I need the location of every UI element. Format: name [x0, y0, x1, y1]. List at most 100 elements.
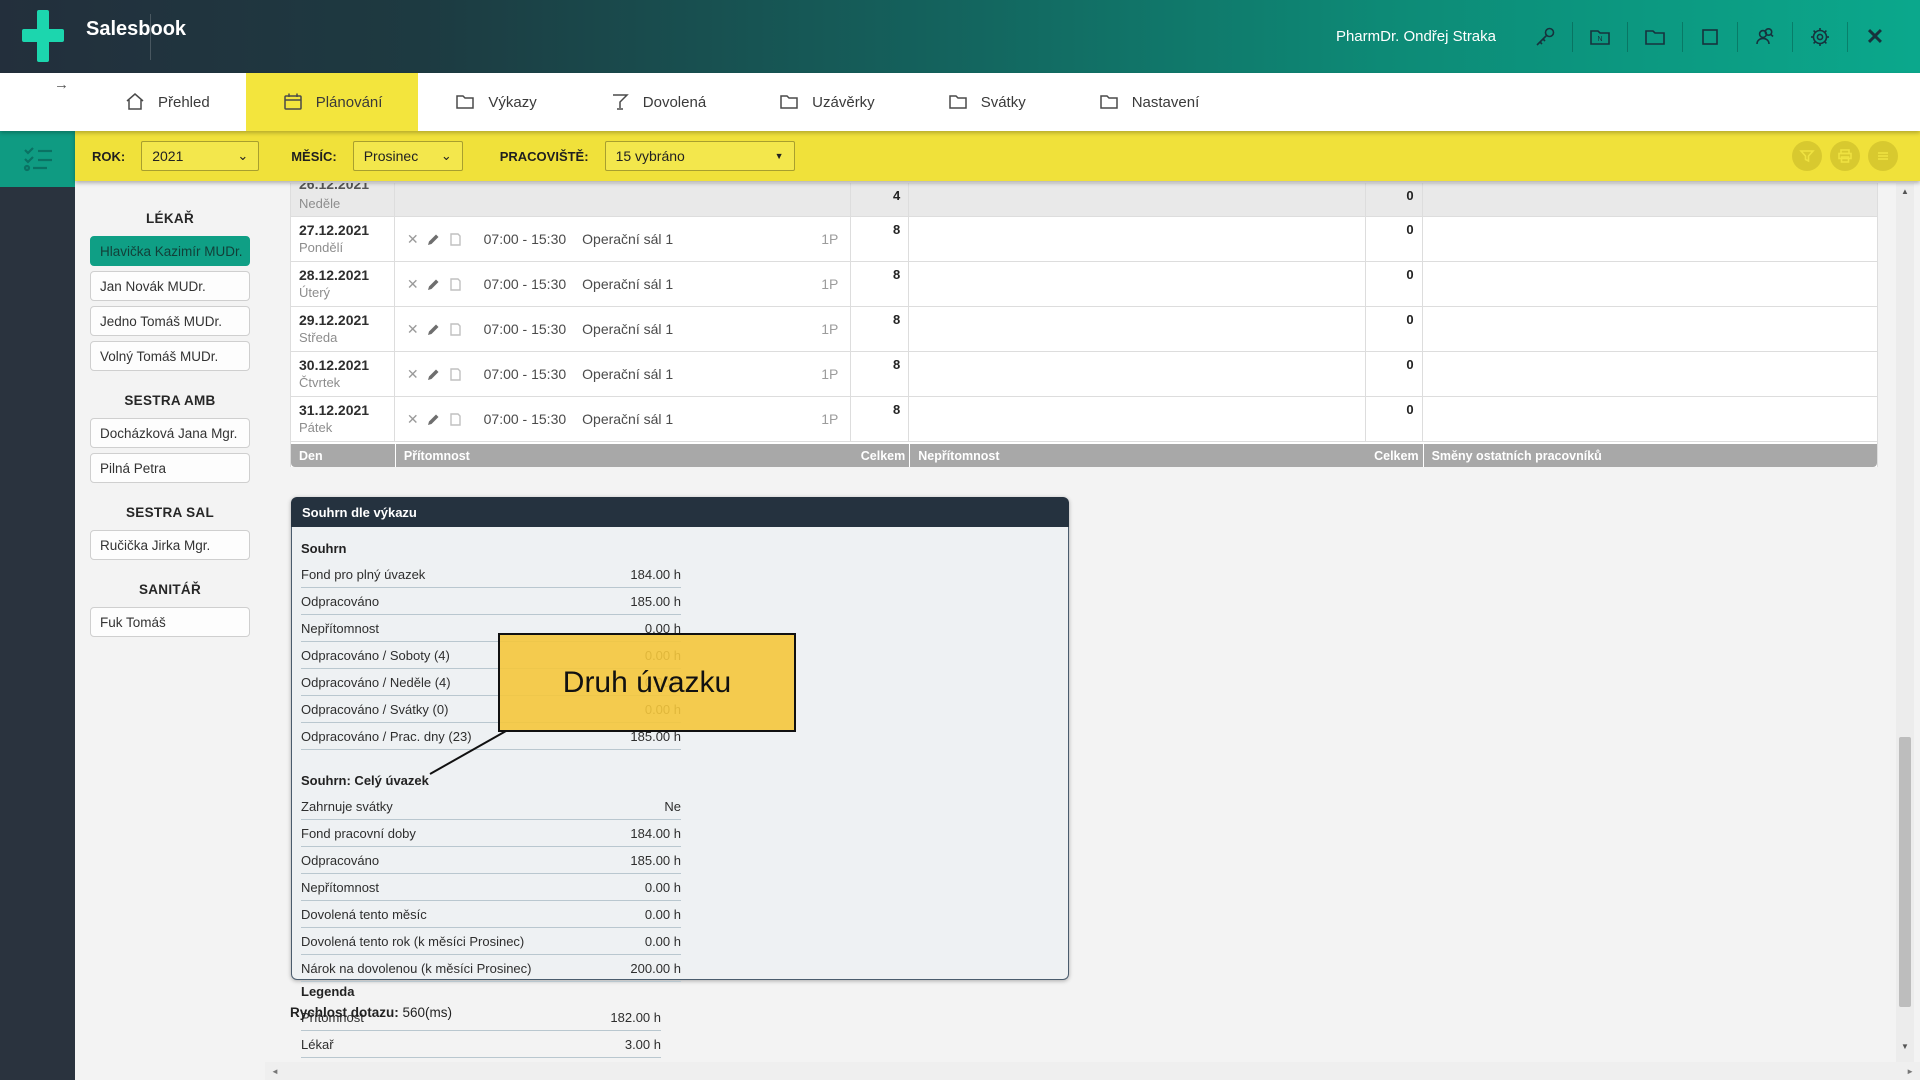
key-icon[interactable] — [1532, 24, 1558, 50]
sidebar-item-employee[interactable]: Docházková Jana Mgr. — [90, 418, 250, 448]
edit-shift-icon[interactable] — [426, 232, 441, 247]
sidebar-item-employee[interactable]: Pilná Petra — [90, 453, 250, 483]
summary-row: Lékař3.00 h — [301, 1031, 661, 1058]
table-footer-header: Den Přítomnost Celkem Nepřítomnost Celke… — [291, 444, 1877, 467]
summary-panel: Souhrn dle výkazu Souhrn Fond pro plný ú… — [291, 497, 1069, 980]
app-logo-plus-icon — [18, 10, 66, 62]
pracoviste-select[interactable]: 15 vybráno ▼ — [605, 141, 795, 171]
delete-shift-icon[interactable]: ✕ — [407, 321, 419, 338]
note-shift-icon[interactable] — [448, 232, 463, 247]
tab-vykazy[interactable]: Výkazy — [418, 73, 572, 131]
tab-dovolena[interactable]: Dovolená — [573, 73, 742, 131]
vertical-scroll-thumb[interactable] — [1899, 737, 1911, 1007]
note-shift-icon[interactable] — [448, 322, 463, 337]
folder-icon[interactable] — [1642, 24, 1668, 50]
home-icon — [124, 91, 146, 113]
divider — [1627, 22, 1628, 52]
col-smeny: Směny ostatních pracovníků — [1423, 444, 1877, 467]
tab-uzaverky[interactable]: Uzávěrky — [742, 73, 911, 131]
calendar-icon — [282, 91, 304, 113]
row-day: Čtvrtek — [299, 374, 386, 391]
divider — [1737, 22, 1738, 52]
edit-shift-icon[interactable] — [426, 367, 441, 382]
scroll-down-icon[interactable]: ▼ — [1896, 1038, 1914, 1054]
shift-type-badge: 1P — [821, 321, 838, 337]
summary-row: Odpracováno185.00 h — [301, 588, 681, 615]
sidebar-item-employee[interactable]: Ručička Jirka Mgr. — [90, 530, 250, 560]
table-row-partial: 26.12.2021 Neděle 4 0 — [291, 183, 1877, 217]
divider — [1792, 22, 1793, 52]
tooltip-druh-uvazku: Druh úvazku — [498, 633, 796, 732]
delete-shift-icon[interactable]: ✕ — [407, 276, 419, 293]
close-icon[interactable]: ✕ — [1862, 24, 1888, 50]
pracoviste-label: PRACOVIŠTĚ: — [500, 149, 589, 164]
delete-shift-icon[interactable]: ✕ — [407, 231, 419, 248]
sidebar-item-employee[interactable]: Jedno Tomáš MUDr. — [90, 306, 250, 336]
chevron-down-icon: ⌄ — [237, 148, 248, 164]
section-legenda: Legenda — [301, 982, 661, 1004]
filter-funnel-button[interactable] — [1792, 141, 1822, 171]
back-arrow-icon[interactable]: → — [54, 76, 69, 93]
sidebar-item-employee[interactable]: Volný Tomáš MUDr. — [90, 341, 250, 371]
table-row: 27.12.2021 Pondělí ✕ 07:00 - 15:30 Opera… — [291, 217, 1877, 262]
divider — [1682, 22, 1683, 52]
vertical-scrollbar[interactable]: ▲ ▼ — [1896, 183, 1914, 1062]
note-shift-icon[interactable] — [448, 277, 463, 292]
section-souhrn: Souhrn — [301, 539, 681, 561]
tab-prehled[interactable]: Přehled — [88, 73, 246, 131]
edit-shift-icon[interactable] — [426, 322, 441, 337]
menu-button[interactable] — [1868, 141, 1898, 171]
rok-label: ROK: — [92, 149, 125, 164]
filter-bar: ROK: 2021 ⌄ MĚSÍC: Prosinec ⌄ PRACOVIŠTĚ… — [75, 131, 1920, 181]
svg-text:N: N — [1597, 36, 1602, 43]
sidebar-toggle-button[interactable] — [0, 131, 75, 187]
hamburger-icon — [1875, 148, 1891, 164]
delete-shift-icon[interactable]: ✕ — [407, 366, 419, 383]
print-button[interactable] — [1830, 141, 1860, 171]
row-day: Středa — [299, 329, 386, 346]
summary-row: Nárok na dovolenou (k měsíci Prosinec)20… — [301, 955, 681, 982]
sidebar-item-employee[interactable]: Jan Novák MUDr. — [90, 271, 250, 301]
edit-shift-icon[interactable] — [426, 412, 441, 427]
section-header-sestra-sal: SESTRA SAL — [75, 505, 265, 520]
title-bar-actions: PharmDr. Ondřej Straka N — [1336, 0, 1902, 73]
scroll-up-icon[interactable]: ▲ — [1896, 183, 1914, 199]
row-day: Neděle — [299, 195, 386, 212]
note-shift-icon[interactable] — [448, 367, 463, 382]
delete-shift-icon[interactable]: ✕ — [407, 411, 419, 428]
celkem2-value: 0 — [1406, 222, 1413, 237]
divider — [1572, 22, 1573, 52]
folder-n-icon[interactable]: N — [1587, 24, 1613, 50]
chevron-down-icon: ⌄ — [441, 148, 452, 164]
table-row: 31.12.2021 Pátek ✕ 07:00 - 15:30 Operačn… — [291, 397, 1877, 442]
celkem2-value: 0 — [1406, 357, 1413, 372]
scroll-right-icon[interactable]: ► — [1900, 1067, 1920, 1076]
sidebar-item-employee[interactable]: Fuk Tomáš — [90, 607, 250, 637]
rok-select[interactable]: 2021 ⌄ — [141, 141, 259, 171]
summary-row: Dovolená tento měsíc0.00 h — [301, 901, 681, 928]
row-date: 30.12.2021 — [299, 357, 386, 374]
horizontal-scrollbar[interactable]: ◄ ► — [265, 1062, 1920, 1080]
tab-planovani[interactable]: Plánování — [246, 73, 419, 131]
user-search-icon[interactable] — [1752, 24, 1778, 50]
edit-shift-icon[interactable] — [426, 277, 441, 292]
app-window: Salesbook PharmDr. Ondřej Straka N — [0, 0, 1920, 1080]
summary-row: Fond pro plný úvazek184.00 h — [301, 561, 681, 588]
folder-icon — [454, 91, 476, 113]
tab-svatky[interactable]: Svátky — [911, 73, 1062, 131]
celkem-value: 8 — [893, 402, 900, 417]
maximize-icon[interactable] — [1697, 24, 1723, 50]
user-name: PharmDr. Ondřej Straka — [1336, 28, 1496, 45]
shift-time: 07:00 - 15:30 — [484, 276, 567, 292]
settings-gear-icon[interactable] — [1807, 24, 1833, 50]
left-rail — [0, 131, 75, 1080]
note-shift-icon[interactable] — [448, 412, 463, 427]
summary-row: Fond pracovní doby184.00 h — [301, 820, 681, 847]
table-row: 28.12.2021 Úterý ✕ 07:00 - 15:30 Operačn… — [291, 262, 1877, 307]
summary-row: Dovolená tento rok (k měsíci Prosinec)0.… — [301, 928, 681, 955]
mesic-select[interactable]: Prosinec ⌄ — [353, 141, 463, 171]
scroll-left-icon[interactable]: ◄ — [265, 1067, 285, 1076]
sidebar-item-employee[interactable]: Hlavička Kazimír MUDr. — [90, 236, 250, 266]
tab-nastaveni[interactable]: Nastavení — [1062, 73, 1236, 131]
celkem-value: 8 — [893, 267, 900, 282]
